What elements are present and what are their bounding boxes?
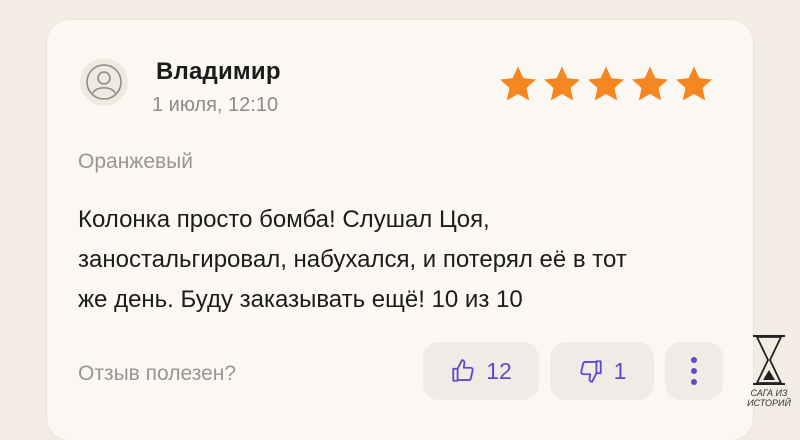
watermark-text: САГА ИЗ ИСТОРИЙ	[747, 388, 791, 408]
watermark-logo: САГА ИЗ ИСТОРИЙ	[744, 334, 794, 410]
star-icon	[676, 66, 712, 101]
more-dot	[691, 368, 697, 374]
review-text-line: Колонка просто бомба! Слушал Цоя,	[78, 206, 490, 233]
review-text-line: заностальгировал, набухался, и потерял е…	[78, 246, 627, 273]
more-dot	[691, 379, 697, 385]
review-text-line: же день. Буду заказывать ещё! 10 из 10	[78, 286, 523, 313]
like-count: 12	[486, 357, 512, 384]
rating-stars	[498, 64, 714, 104]
like-button[interactable]: 12	[423, 342, 539, 400]
product-variant: Оранжевый	[78, 150, 193, 173]
thumbs-down-icon	[579, 360, 602, 383]
helpful-label: Отзыв полезен?	[78, 362, 237, 385]
hourglass-icon	[753, 335, 785, 385]
dislike-count: 1	[613, 357, 627, 384]
star-icon	[544, 66, 580, 101]
watermark-text-line: ИСТОРИЙ	[747, 398, 791, 408]
more-options-button[interactable]	[665, 342, 723, 400]
more-vertical-icon	[691, 357, 697, 363]
author-name: Владимир	[156, 58, 281, 85]
user-avatar-icon	[80, 58, 128, 106]
star-icon	[500, 66, 536, 101]
thumbs-up-icon	[452, 359, 474, 382]
watermark-text-line: САГА ИЗ	[750, 388, 788, 398]
review-date: 1 июля, 12:10	[152, 94, 279, 116]
dislike-button[interactable]: 1	[550, 342, 654, 400]
star-icon	[632, 66, 668, 101]
review-text: Колонка просто бомба! Слушал Цоя, заност…	[78, 200, 718, 320]
star-icon	[588, 66, 624, 101]
